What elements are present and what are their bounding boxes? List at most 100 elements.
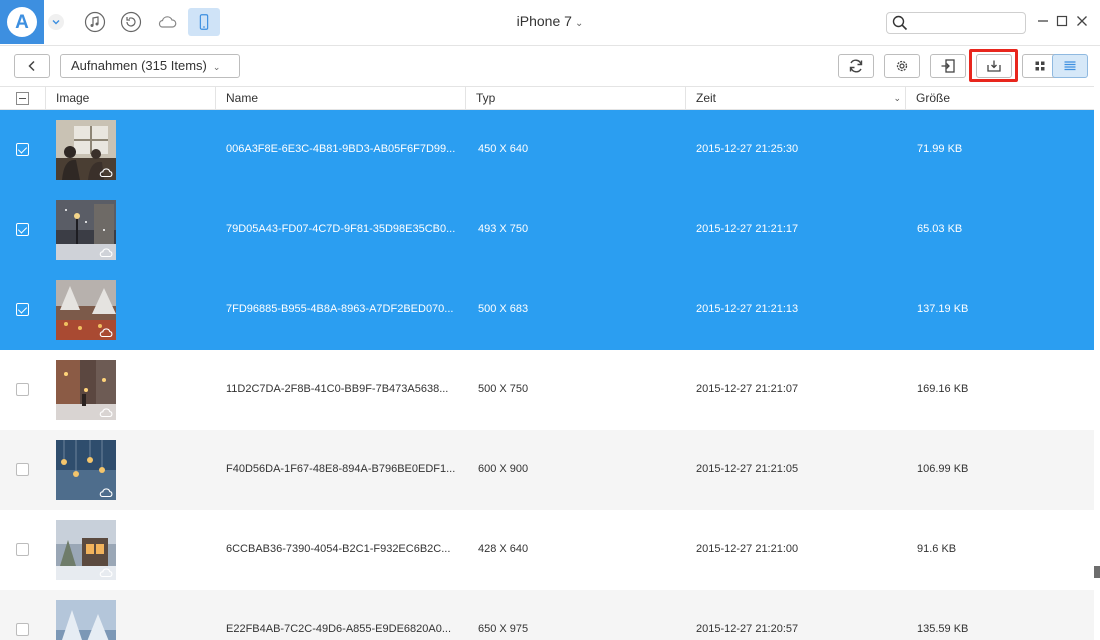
- sort-descending-icon: ⌄: [893, 93, 901, 103]
- row-checkbox[interactable]: [16, 543, 29, 556]
- row-checkbox[interactable]: [16, 383, 29, 396]
- file-size: 91.6 KB: [917, 543, 957, 555]
- gear-icon: [896, 60, 908, 72]
- column-type[interactable]: Typ: [466, 87, 686, 110]
- row-checkbox[interactable]: [16, 223, 29, 236]
- device-selector[interactable]: iPhone 7 ⌄: [500, 13, 600, 29]
- column-image[interactable]: Image: [46, 87, 216, 110]
- photo-thumbnail: [56, 600, 116, 640]
- chevron-down-icon[interactable]: [48, 14, 64, 30]
- list-view-button[interactable]: [1052, 54, 1088, 78]
- icloud-icon: [99, 248, 113, 258]
- settings-button[interactable]: [884, 54, 920, 78]
- file-name: 006A3F8E-6E3C-4B81-9BD3-AB05F6F7D99...: [226, 143, 456, 155]
- timestamp: 2015-12-27 21:21:00: [696, 543, 799, 555]
- toolbar: Aufnahmen (315 Items) ⌄: [0, 46, 1100, 86]
- timestamp: 2015-12-27 21:25:30: [696, 143, 799, 155]
- cloud-icon[interactable]: [156, 11, 178, 33]
- back-button[interactable]: [14, 54, 50, 78]
- select-all-checkbox[interactable]: [16, 92, 29, 105]
- album-dropdown[interactable]: Aufnahmen (315 Items) ⌄: [60, 54, 240, 78]
- table-row[interactable]: E22FB4AB-7C2C-49D6-A855-E9DE6820A0... 65…: [0, 590, 1094, 640]
- dimensions: 428 X 640: [478, 543, 529, 555]
- vertical-scrollbar[interactable]: [1094, 86, 1100, 640]
- import-icon: [941, 59, 955, 73]
- column-time-label: Zeit: [696, 91, 717, 105]
- chevron-down-icon: ⌄: [574, 18, 584, 29]
- table-row[interactable]: F40D56DA-1F67-48E8-894A-B796BE0EDF1... 6…: [0, 430, 1094, 510]
- icloud-icon: [99, 568, 113, 578]
- icloud-icon: [99, 328, 113, 338]
- timestamp: 2015-12-27 21:20:57: [696, 623, 799, 635]
- search-icon: [892, 15, 908, 31]
- refresh-icon: [849, 59, 863, 73]
- file-size: 106.99 KB: [917, 463, 969, 475]
- column-name[interactable]: Name: [216, 87, 466, 110]
- music-icon[interactable]: [84, 11, 106, 33]
- export-highlight-box: [969, 49, 1018, 82]
- table-row[interactable]: 006A3F8E-6E3C-4B81-9BD3-AB05F6F7D99... 4…: [0, 110, 1094, 190]
- dimensions: 650 X 975: [478, 623, 529, 635]
- title-bar: A iPhone 7 ⌄: [0, 0, 1100, 46]
- column-time[interactable]: Zeit ⌄: [686, 87, 906, 110]
- photo-thumbnail: [56, 120, 116, 180]
- file-name: 6CCBAB36-7390-4054-B2C1-F932EC6B2C...: [226, 543, 451, 555]
- file-size: 71.99 KB: [917, 143, 963, 155]
- row-checkbox[interactable]: [16, 143, 29, 156]
- photo-thumbnail: [56, 520, 116, 580]
- file-name: 7FD96885-B955-4B8A-8963-A7DF2BED070...: [226, 303, 454, 315]
- chevron-left-icon: [28, 60, 35, 72]
- file-name: 79D05A43-FD07-4C7D-9F81-35D98E35CB0...: [226, 223, 456, 235]
- icloud-icon: [99, 168, 113, 178]
- file-size: 65.03 KB: [917, 223, 963, 235]
- refresh-button[interactable]: [838, 54, 874, 78]
- dimensions: 450 X 640: [478, 143, 529, 155]
- photo-thumbnail: [56, 440, 116, 500]
- column-size[interactable]: Größe: [906, 87, 1094, 110]
- file-name: F40D56DA-1F67-48E8-894A-B796BE0EDF1...: [226, 463, 456, 475]
- table-row[interactable]: 79D05A43-FD07-4C7D-9F81-35D98E35CB0... 4…: [0, 190, 1094, 270]
- dimensions: 500 X 683: [478, 303, 529, 315]
- dimensions: 500 X 750: [478, 383, 529, 395]
- row-checkbox[interactable]: [16, 303, 29, 316]
- file-size: 135.59 KB: [917, 623, 969, 635]
- row-checkbox[interactable]: [16, 463, 29, 476]
- select-all-cell: [0, 87, 46, 110]
- timestamp: 2015-12-27 21:21:07: [696, 383, 799, 395]
- file-name: 11D2C7DA-2F8B-41C0-BB9F-7B473A5638...: [226, 383, 449, 395]
- search-box[interactable]: [886, 12, 1026, 34]
- app-logo-letter: A: [15, 11, 29, 33]
- icloud-icon: [99, 408, 113, 418]
- device-name: iPhone 7: [516, 13, 572, 29]
- dimensions: 493 X 750: [478, 223, 529, 235]
- file-name: E22FB4AB-7C2C-49D6-A855-E9DE6820A0...: [226, 623, 452, 635]
- scrollbar-thumb[interactable]: [1094, 566, 1100, 578]
- timestamp: 2015-12-27 21:21:17: [696, 223, 799, 235]
- table-row[interactable]: 7FD96885-B955-4B8A-8963-A7DF2BED070... 5…: [0, 270, 1094, 350]
- photo-thumbnail: [56, 360, 116, 420]
- search-input[interactable]: [911, 15, 1021, 31]
- app-logo[interactable]: A: [0, 0, 44, 44]
- table-header: Image Name Typ Zeit ⌄ Größe: [0, 86, 1094, 110]
- dimensions: 600 X 900: [478, 463, 529, 475]
- table-row[interactable]: 11D2C7DA-2F8B-41C0-BB9F-7B473A5638... 50…: [0, 350, 1094, 430]
- chevron-down-icon: ⌄: [212, 62, 221, 72]
- photo-thumbnail: [56, 200, 116, 260]
- import-button[interactable]: [930, 54, 966, 78]
- timestamp: 2015-12-27 21:21:13: [696, 303, 799, 315]
- timestamp: 2015-12-27 21:21:05: [696, 463, 799, 475]
- maximize-button[interactable]: [1055, 14, 1069, 28]
- row-checkbox[interactable]: [16, 623, 29, 636]
- file-size: 137.19 KB: [917, 303, 969, 315]
- history-icon[interactable]: [120, 11, 142, 33]
- list-view-icon: [1064, 61, 1076, 71]
- album-label: Aufnahmen (315 Items): [71, 58, 207, 73]
- phone-icon[interactable]: [188, 8, 220, 36]
- photo-list: 006A3F8E-6E3C-4B81-9BD3-AB05F6F7D99... 4…: [0, 110, 1094, 640]
- file-size: 169.16 KB: [917, 383, 969, 395]
- table-row[interactable]: 6CCBAB36-7390-4054-B2C1-F932EC6B2C... 42…: [0, 510, 1094, 590]
- close-button[interactable]: [1075, 14, 1089, 28]
- photo-thumbnail: [56, 280, 116, 340]
- minimize-button[interactable]: [1036, 14, 1050, 28]
- grid-view-icon: [1035, 61, 1045, 71]
